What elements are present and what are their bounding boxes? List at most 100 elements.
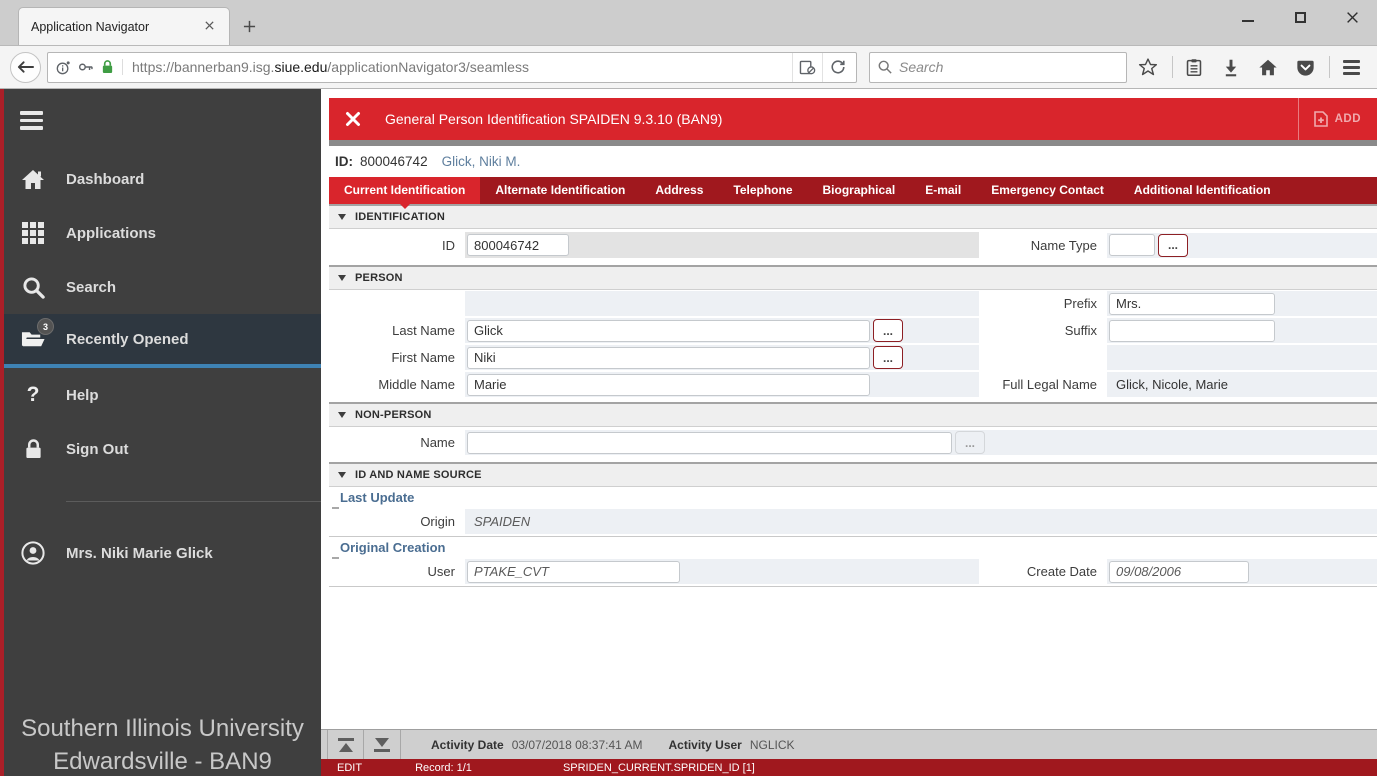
add-button[interactable]: ADD	[1297, 98, 1377, 140]
site-identity-box	[56, 59, 123, 75]
create-date-input[interactable]	[1109, 560, 1249, 583]
tab-alternate-identification[interactable]: Alternate Identification	[480, 177, 640, 204]
non-person-name-input[interactable]	[467, 431, 952, 454]
prefix-label: Prefix	[1063, 296, 1097, 311]
tab-additional-identification[interactable]: Additional Identification	[1119, 177, 1286, 204]
browser-search-input[interactable]	[899, 59, 1099, 75]
window-maximize-button[interactable]	[1285, 5, 1315, 29]
status-bar: EDIT Record: 1/1 SPRIDEN_CURRENT.SPRIDEN…	[321, 759, 1377, 776]
section-title: IDENTIFICATION	[355, 211, 445, 223]
sidebar-item-dashboard[interactable]: Dashboard	[4, 152, 321, 206]
activity-bar: Activity Date 03/07/2018 08:37:41 AM Act…	[321, 729, 1377, 759]
tab-emergency-contact[interactable]: Emergency Contact	[976, 177, 1119, 204]
form-close-button[interactable]	[329, 98, 377, 140]
window-minimize-button[interactable]	[1233, 5, 1263, 29]
section-person[interactable]: PERSON	[329, 265, 1377, 290]
last-name-label: Last Name	[392, 323, 455, 338]
pocket-icon[interactable]	[1289, 51, 1321, 83]
browser-tab[interactable]: Application Navigator	[18, 7, 230, 45]
sidebar-item-label: Sign Out	[66, 440, 129, 458]
activity-date-label: Activity Date	[431, 737, 504, 752]
first-name-input[interactable]	[467, 346, 870, 369]
non-person-name-strip: ...	[465, 430, 1377, 455]
url-domain: siue.edu	[274, 59, 328, 75]
section-title: NON-PERSON	[355, 409, 432, 421]
sidebar-menu-toggle[interactable]	[4, 89, 321, 152]
home-icon[interactable]	[1252, 51, 1284, 83]
sidebar-item-sign-out[interactable]: Sign Out	[4, 422, 321, 476]
bookmarks-list-icon[interactable]	[1178, 51, 1210, 83]
secure-lock-icon[interactable]	[101, 59, 114, 75]
first-name-lookup-button[interactable]: ...	[873, 346, 903, 369]
institution-name: Southern Illinois University	[21, 715, 304, 742]
collapse-caret-icon	[338, 472, 346, 478]
browser-search-box[interactable]	[869, 51, 1127, 83]
downloads-icon[interactable]	[1215, 51, 1247, 83]
tab-biographical[interactable]: Biographical	[808, 177, 911, 204]
url-text[interactable]: https://bannerban9.isg.siue.edu/applicat…	[123, 59, 792, 75]
key-id-label: ID:	[335, 154, 353, 169]
suffix-strip	[1107, 318, 1377, 343]
name-type-lookup-button[interactable]: ...	[1158, 233, 1188, 257]
bookmark-star-icon[interactable]	[1132, 51, 1164, 83]
applications-grid-icon	[20, 222, 46, 244]
reader-mode-icon[interactable]	[792, 52, 822, 82]
sidebar-item-applications[interactable]: Applications	[4, 206, 321, 260]
refresh-icon[interactable]	[822, 52, 852, 82]
sidebar-user-item[interactable]: Mrs. Niki Marie Glick	[4, 526, 321, 580]
tab-address[interactable]: Address	[640, 177, 718, 204]
section-identification[interactable]: IDENTIFICATION	[329, 204, 1377, 229]
browser-navbar: https://bannerban9.isg.siue.edu/applicat…	[0, 46, 1377, 89]
last-name-strip: ...	[465, 318, 979, 343]
prefix-input[interactable]	[1109, 292, 1275, 315]
new-tab-button[interactable]	[236, 13, 262, 39]
section-non-person[interactable]: NON-PERSON	[329, 402, 1377, 427]
menu-icon	[20, 111, 43, 130]
browser-tab-title: Application Navigator	[31, 19, 150, 34]
section-id-and-name-source[interactable]: ID AND NAME SOURCE	[329, 462, 1377, 487]
tab-close-icon[interactable]	[200, 17, 219, 36]
search-icon	[878, 60, 892, 74]
page-info-icon[interactable]	[56, 60, 71, 75]
sign-out-lock-icon	[20, 438, 46, 461]
institution-footer: Southern Illinois University Edwardsvill…	[4, 712, 321, 777]
form-title: General Person Identification SPAIDEN 9.…	[385, 111, 723, 127]
tab-email[interactable]: E-mail	[910, 177, 976, 204]
sidebar-item-label: Help	[66, 386, 99, 404]
tab-telephone[interactable]: Telephone	[718, 177, 807, 204]
last-update-subsection[interactable]: Last Update	[329, 487, 1377, 509]
activity-user-value: NGLICK	[749, 737, 795, 752]
go-to-last-record-button[interactable]	[364, 730, 401, 759]
sidebar-item-recently-opened[interactable]: 3 Recently Opened	[4, 314, 321, 368]
id-input[interactable]	[467, 234, 569, 256]
suffix-input[interactable]	[1109, 319, 1275, 342]
url-bar[interactable]: https://bannerban9.isg.siue.edu/applicat…	[47, 51, 857, 83]
tab-current-identification[interactable]: Current Identification	[329, 177, 481, 209]
sidebar-item-search[interactable]: Search	[4, 260, 321, 314]
key-icon[interactable]	[78, 59, 94, 75]
origin-value: SPAIDEN	[474, 514, 531, 529]
url-path: /applicationNavigator3/seamless	[327, 59, 529, 75]
toolbar-separator	[1172, 56, 1173, 78]
back-button[interactable]	[10, 51, 41, 83]
edit-mode-indicator: EDIT	[337, 761, 363, 774]
close-icon	[346, 112, 360, 126]
section-title: PERSON	[355, 272, 403, 284]
sidebar-item-help[interactable]: ? Help	[4, 368, 321, 422]
original-creation-subsection[interactable]: Original Creation	[329, 537, 1377, 559]
window-close-button[interactable]	[1337, 5, 1367, 29]
last-name-input[interactable]	[467, 319, 870, 342]
id-field-strip	[465, 232, 979, 258]
browser-menu-icon[interactable]	[1335, 51, 1367, 83]
name-type-label: Name Type	[1030, 237, 1097, 253]
user-input[interactable]	[467, 560, 680, 583]
full-legal-name-value: Glick, Nicole, Marie	[1116, 377, 1228, 392]
middle-name-input[interactable]	[467, 373, 870, 396]
form-body: IDENTIFICATION ID Name Type ...	[329, 204, 1377, 729]
name-type-input[interactable]	[1109, 234, 1155, 256]
middle-name-label: Middle Name	[378, 377, 455, 392]
activity-date-value: 03/07/2018 08:37:41 AM	[511, 737, 643, 752]
non-person-name-lookup-button[interactable]: ...	[955, 431, 985, 454]
last-name-lookup-button[interactable]: ...	[873, 319, 903, 342]
go-to-first-record-button[interactable]	[327, 730, 364, 759]
